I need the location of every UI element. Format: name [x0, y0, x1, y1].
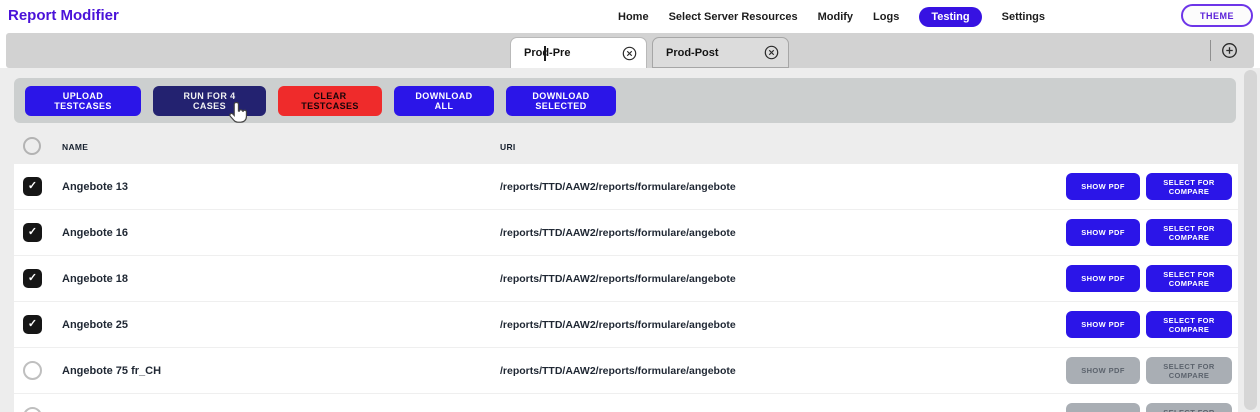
row-name: Angebote 13 — [62, 181, 129, 193]
show-pdf-button[interactable]: SHOW PDF — [1066, 219, 1140, 246]
tab-bar: Prod-Pre Prod-Post — [6, 33, 1254, 68]
add-tab-icon[interactable] — [1220, 42, 1238, 60]
divider — [1210, 40, 1211, 61]
column-header-uri: URI — [500, 142, 516, 152]
row-actions: SHOW PDF SELECT FOR COMPARE — [1066, 219, 1232, 246]
nav-item-select-server-resources[interactable]: Select Server Resources — [669, 11, 798, 23]
select-for-compare-button[interactable]: SELECT FOR COMPARE — [1146, 173, 1232, 200]
tab-prod-pre[interactable]: Prod-Pre — [510, 37, 647, 68]
nav-item-logs[interactable]: Logs — [873, 11, 899, 23]
check-icon: ✓ — [27, 226, 38, 238]
row-actions: SHOW PDF SELECT FOR COMPARE — [1066, 265, 1232, 292]
tab-actions — [1210, 40, 1238, 61]
column-header-name: NAME — [62, 142, 89, 152]
app-window: Report Modifier Home Select Server Resou… — [0, 0, 1260, 412]
theme-button[interactable]: THEME — [1181, 4, 1253, 27]
table-row: ✓ Angebote 75 de_CH /reports/TTD/AAW2/re… — [14, 393, 1238, 412]
close-icon[interactable] — [763, 45, 779, 61]
show-pdf-button[interactable]: SHOW PDF — [1066, 265, 1140, 292]
run-for-cases-button[interactable]: RUN FOR 4 CASES — [153, 85, 266, 116]
row-uri: /reports/TTD/AAW2/reports/formulare/ange… — [500, 227, 736, 239]
select-all-checkbox[interactable] — [23, 137, 41, 155]
row-uri: /reports/TTD/AAW2/reports/formulare/ange… — [500, 181, 736, 193]
vertical-scrollbar[interactable] — [1244, 70, 1257, 410]
download-selected-button[interactable]: DOWNLOAD SELECTED — [506, 85, 616, 116]
table-row: ✓ Angebote 25 /reports/TTD/AAW2/reports/… — [14, 301, 1238, 347]
main-nav: Home Select Server Resources Modify Logs… — [618, 0, 1045, 33]
nav-item-testing[interactable]: Testing — [919, 6, 982, 27]
row-name: Angebote 75 fr_CH — [62, 365, 162, 377]
row-checkbox[interactable]: ✓ — [23, 269, 42, 288]
show-pdf-button[interactable]: SHOW PDF — [1066, 311, 1140, 338]
top-bar: Report Modifier Home Select Server Resou… — [0, 0, 1260, 33]
table-row: ✓ Angebote 75 fr_CH /reports/TTD/AAW2/re… — [14, 347, 1238, 393]
select-for-compare-button[interactable]: SELECT FOR COMPARE — [1146, 311, 1232, 338]
row-checkbox[interactable]: ✓ — [23, 361, 42, 380]
table-row: ✓ Angebote 16 /reports/TTD/AAW2/reports/… — [14, 209, 1238, 255]
page-title: Report Modifier — [8, 7, 119, 24]
upload-testcases-button[interactable]: UPLOAD TESTCASES — [25, 85, 141, 116]
check-icon: ✓ — [27, 180, 38, 192]
table-row: ✓ Angebote 18 /reports/TTD/AAW2/reports/… — [14, 255, 1238, 301]
nav-item-modify[interactable]: Modify — [818, 11, 853, 23]
clear-testcases-button[interactable]: CLEAR TESTCASES — [278, 85, 382, 116]
row-uri: /reports/TTD/AAW2/reports/formulare/ange… — [500, 273, 736, 285]
select-for-compare-button[interactable]: SELECT FOR COMPARE — [1146, 265, 1232, 292]
row-checkbox[interactable]: ✓ — [23, 177, 42, 196]
show-pdf-button[interactable]: SHOW PDF — [1066, 403, 1140, 412]
row-uri: /reports/TTD/AAW2/reports/formulare/ange… — [500, 365, 736, 377]
row-checkbox[interactable]: ✓ — [23, 407, 42, 412]
table-header: NAME URI — [14, 132, 1238, 164]
check-icon: ✓ — [27, 272, 38, 284]
select-for-compare-button[interactable]: SELECT FOR COMPARE — [1146, 357, 1232, 384]
row-actions: SHOW PDF SELECT FOR COMPARE — [1066, 357, 1232, 384]
row-uri: /reports/TTD/AAW2/reports/formulare/ange… — [500, 319, 736, 331]
select-for-compare-button[interactable]: SELECT FOR COMPARE — [1146, 403, 1232, 412]
testcase-table: ✓ Angebote 13 /reports/TTD/AAW2/reports/… — [14, 164, 1238, 412]
row-checkbox[interactable]: ✓ — [23, 315, 42, 334]
table-row: ✓ Angebote 13 /reports/TTD/AAW2/reports/… — [14, 164, 1238, 209]
row-name: Angebote 18 — [62, 273, 129, 285]
row-actions: SHOW PDF SELECT FOR COMPARE — [1066, 173, 1232, 200]
nav-item-home[interactable]: Home — [618, 11, 649, 23]
show-pdf-button[interactable]: SHOW PDF — [1066, 357, 1140, 384]
row-actions: SHOW PDF SELECT FOR COMPARE — [1066, 403, 1232, 412]
close-icon[interactable] — [621, 45, 637, 61]
row-actions: SHOW PDF SELECT FOR COMPARE — [1066, 311, 1232, 338]
testcase-toolbar: UPLOAD TESTCASES RUN FOR 4 CASES CLEAR T… — [14, 78, 1236, 123]
download-all-button[interactable]: DOWNLOAD ALL — [394, 85, 494, 116]
row-checkbox[interactable]: ✓ — [23, 223, 42, 242]
text-caret — [544, 46, 546, 61]
tab-prod-post[interactable]: Prod-Post — [652, 37, 789, 68]
tab-strip: Prod-Pre Prod-Post — [510, 37, 789, 68]
show-pdf-button[interactable]: SHOW PDF — [1066, 173, 1140, 200]
row-name: Angebote 16 — [62, 227, 129, 239]
nav-item-settings[interactable]: Settings — [1002, 11, 1045, 23]
tab-label: Prod-Post — [666, 46, 719, 59]
check-icon: ✓ — [27, 318, 38, 330]
select-for-compare-button[interactable]: SELECT FOR COMPARE — [1146, 219, 1232, 246]
row-name: Angebote 25 — [62, 319, 129, 331]
tab-label: Prod-Pre — [524, 47, 571, 59]
